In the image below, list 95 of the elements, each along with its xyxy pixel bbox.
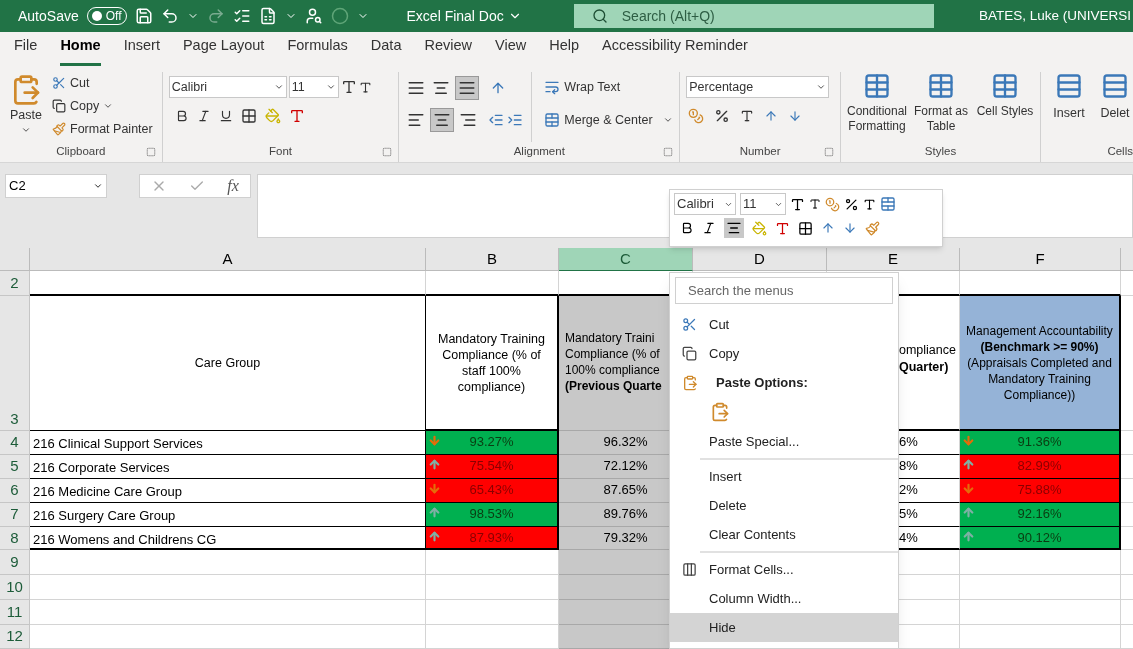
ribbon-tab[interactable]: File (14, 35, 38, 66)
ribbon-tab[interactable]: Help (549, 35, 579, 66)
menu-item[interactable]: Insert (670, 462, 898, 491)
table-cell-text: 72.12% (602, 457, 649, 475)
menu-item[interactable]: Hide (670, 613, 898, 642)
copy-button[interactable]: Copy (52, 96, 153, 116)
group-label: Number (739, 144, 781, 160)
menu-item[interactable]: Delete (670, 491, 898, 520)
menu-item[interactable]: Copy (670, 339, 898, 368)
ribbon-tab[interactable]: Formulas (287, 35, 348, 66)
column-header[interactable]: A (30, 248, 426, 271)
paste-button[interactable]: Paste (6, 72, 46, 142)
metric-cell: 98.53% (426, 503, 557, 526)
metric-cell: 93.27% (426, 431, 557, 454)
metric-cell: 90.12% (960, 527, 1119, 548)
group-label: Alignment (513, 144, 565, 160)
ribbon-tab[interactable]: Page Layout (182, 35, 265, 66)
ribbon-tab[interactable]: Accessibility Reminder (602, 35, 748, 66)
font-size-field[interactable]: 11 (740, 193, 786, 215)
menu-heading: Paste Options: (716, 373, 808, 392)
table-cell-text: 216 Corporate Services (32, 459, 170, 477)
document-title[interactable]: Excel Final Doc (406, 5, 522, 27)
style-button[interactable]: Conditional Formatting (847, 72, 907, 142)
row-header[interactable]: 12 (0, 625, 30, 649)
ribbon-tab[interactable]: Data (370, 35, 402, 66)
menu-item[interactable]: Cut (670, 310, 898, 339)
group-label: Cells (1107, 144, 1133, 160)
group-label: Styles (924, 144, 957, 160)
header-text: Mandatory Traini Compliance (% of 100% compliance (Previous Quarte (565, 330, 662, 394)
header-text: Care Group (194, 354, 261, 372)
ribbon-tab[interactable]: Insert (123, 35, 160, 66)
cells-button[interactable]: Delet (1097, 72, 1133, 142)
style-button[interactable]: Format as Table (911, 72, 971, 142)
format-painter-button[interactable]: Format Painter (52, 119, 153, 139)
ribbon-tab[interactable]: View (495, 35, 527, 66)
table-cell-text: 216 Clinical Support Services (32, 435, 203, 453)
row-header[interactable]: 5 (0, 455, 30, 479)
header-text: ompliance (899, 342, 956, 359)
menu-search-field[interactable]: Search the menus (675, 277, 893, 304)
wrap-text-button[interactable]: Wrap Text (544, 78, 673, 97)
table-cell-text: 79.32% (602, 529, 649, 547)
row-header[interactable]: 6 (0, 479, 30, 503)
metric-cell: 87.93% (426, 527, 557, 548)
metric-cell: 65.43% (426, 479, 557, 502)
table-cell-text: 5% (898, 505, 918, 523)
table-cell-text: 89.76% (602, 505, 649, 523)
row-header[interactable]: 7 (0, 503, 30, 527)
header-text: Mandatory Training Compliance (% of staff 100% compliance) (437, 330, 546, 395)
name-box[interactable]: C2 (5, 174, 107, 198)
metric-cell: 75.88% (960, 479, 1119, 502)
menu-item[interactable]: Format Cells... (670, 555, 898, 584)
cut-button[interactable]: Cut (52, 74, 153, 93)
row-header[interactable]: 4 (0, 431, 30, 455)
table-cell-text: 4% (898, 529, 918, 547)
row-header[interactable]: 11 (0, 600, 30, 625)
merge-center-button[interactable]: Merge & Center (544, 110, 673, 130)
search-field[interactable]: Search (Alt+Q) (573, 4, 934, 28)
metric-cell: 91.36% (960, 431, 1119, 454)
table-cell-text: 96.32% (602, 433, 649, 451)
table-cell-text: 8% (898, 457, 918, 475)
table-cell-text: 216 Womens and Childrens CG (32, 531, 217, 548)
user-name[interactable]: BATES, Luke (UNIVERSI (978, 5, 1131, 27)
header-text: Quarter) (899, 359, 950, 376)
font-name-field[interactable]: Calibri (168, 76, 287, 98)
style-button[interactable]: Cell Styles (975, 72, 1035, 142)
menu-item[interactable]: Clear Contents (670, 520, 898, 549)
font-size-field[interactable]: 11 (288, 76, 339, 98)
group-label: Font (269, 144, 292, 160)
row-header[interactable]: 9 (0, 550, 30, 575)
column-header[interactable]: D (693, 248, 827, 271)
row-header[interactable]: 2 (0, 271, 30, 296)
row-header[interactable]: 10 (0, 575, 30, 600)
autosave-label: AutoSave (18, 6, 79, 26)
cells-button[interactable]: Insert (1051, 72, 1087, 142)
metric-cell: 75.54% (426, 455, 557, 478)
column-header[interactable]: F (960, 248, 1121, 271)
insert-function-button[interactable]: fx (227, 174, 239, 198)
table-cell-text: 216 Surgery Care Group (32, 507, 176, 525)
metric-cell: 92.16% (960, 503, 1119, 526)
column-header[interactable]: C (559, 248, 693, 271)
menu-item[interactable]: Paste Special... (670, 427, 898, 456)
header-text: Management Accountability (Benchmark >= 90%) (Appraisals Completed and Mandatory Training Compliance)) (965, 322, 1114, 403)
table-cell-text: 87.65% (602, 481, 649, 499)
number-format-field[interactable]: Percentage (686, 76, 830, 98)
table-cell-text: 6% (898, 433, 918, 451)
ribbon-tab[interactable]: Review (424, 35, 472, 66)
table-cell-text: 216 Medicine Care Group (32, 483, 182, 501)
table-cell-text: 2% (898, 481, 918, 499)
group-label: Clipboard (56, 144, 106, 160)
menu-item[interactable]: Column Width... (670, 584, 898, 613)
row-header[interactable]: 3 (0, 296, 30, 431)
metric-cell: 82.99% (960, 455, 1119, 478)
font-name-field[interactable]: Calibri (674, 193, 736, 215)
row-header[interactable]: 8 (0, 527, 30, 550)
column-header[interactable]: E (827, 248, 960, 271)
